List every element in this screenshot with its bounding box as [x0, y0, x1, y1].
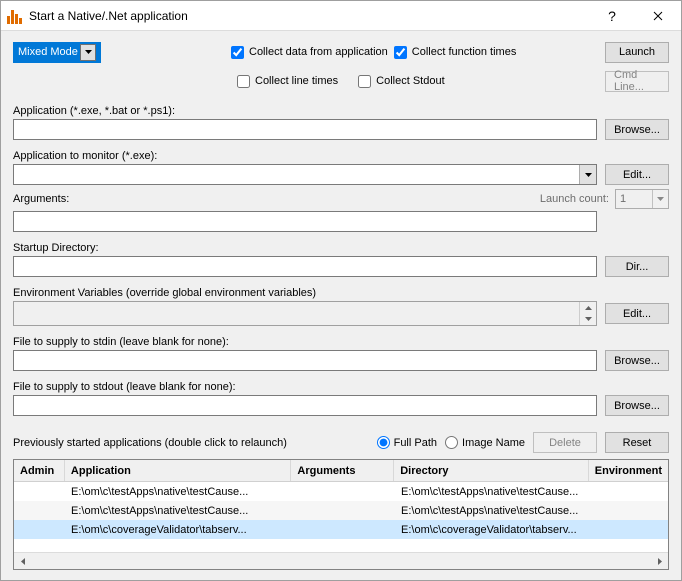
- window-title: Start a Native/.Net application: [29, 9, 589, 23]
- launch-button[interactable]: Launch: [605, 42, 669, 63]
- application-label: Application (*.exe, *.bat or *.ps1):: [13, 105, 669, 117]
- col-arguments[interactable]: Arguments: [291, 460, 394, 481]
- cmdline-button[interactable]: Cmd Line...: [605, 71, 669, 92]
- cell-dir: E:\om\c\coverageValidator\tabserv...: [395, 524, 590, 536]
- arguments-label: Arguments:: [13, 193, 69, 205]
- env-vars-area[interactable]: [13, 301, 597, 326]
- stdin-label: File to supply to stdin (leave blank for…: [13, 336, 669, 348]
- chevron-down-icon: [80, 44, 96, 61]
- launch-count-spinner[interactable]: 1: [615, 189, 669, 209]
- scroll-right-icon[interactable]: [651, 553, 668, 570]
- startup-dir-label: Startup Directory:: [13, 242, 669, 254]
- previously-label: Previously started applications (double …: [13, 437, 287, 449]
- mode-dropdown[interactable]: Mixed Mode: [13, 42, 101, 63]
- stdout-label: File to supply to stdout (leave blank fo…: [13, 381, 669, 393]
- stdin-browse-button[interactable]: Browse...: [605, 350, 669, 371]
- stdout-browse-button[interactable]: Browse...: [605, 395, 669, 416]
- close-button[interactable]: [635, 1, 681, 30]
- scroll-down-icon[interactable]: [579, 314, 596, 326]
- titlebar: Start a Native/.Net application ?: [1, 1, 681, 31]
- app-icon: [7, 8, 23, 24]
- history-table: Admin Application Arguments Directory En…: [13, 459, 669, 570]
- stdout-input[interactable]: [13, 395, 597, 416]
- arguments-input[interactable]: [13, 211, 597, 232]
- scroll-up-icon[interactable]: [579, 302, 596, 314]
- image-name-radio[interactable]: Image Name: [445, 436, 525, 449]
- chevron-down-icon: [652, 190, 668, 208]
- mode-selected: Mixed Mode: [18, 46, 78, 58]
- dir-button[interactable]: Dir...: [605, 256, 669, 277]
- col-environment[interactable]: Environment: [589, 460, 668, 481]
- cell-dir: E:\om\c\testApps\native\testCause...: [395, 486, 590, 498]
- table-row[interactable]: E:\om\c\testApps\native\testCause... E:\o…: [14, 482, 668, 501]
- reset-button[interactable]: Reset: [605, 432, 669, 453]
- dialog-content: Mixed Mode Collect data from application…: [1, 31, 681, 580]
- cell-dir: E:\om\c\testApps\native\testCause...: [395, 505, 590, 517]
- table-header: Admin Application Arguments Directory En…: [14, 460, 668, 482]
- app-monitor-combo[interactable]: [13, 164, 597, 185]
- app-monitor-label: Application to monitor (*.exe):: [13, 150, 669, 162]
- chevron-down-icon: [579, 165, 596, 184]
- col-admin[interactable]: Admin: [14, 460, 65, 481]
- col-directory[interactable]: Directory: [394, 460, 589, 481]
- env-vars-label: Environment Variables (override global e…: [13, 287, 669, 299]
- env-edit-button[interactable]: Edit...: [605, 303, 669, 324]
- app-monitor-edit-button[interactable]: Edit...: [605, 164, 669, 185]
- collect-data-checkbox[interactable]: Collect data from application: [231, 46, 388, 59]
- col-application[interactable]: Application: [65, 460, 292, 481]
- cell-app: E:\om\c\coverageValidator\tabserv...: [65, 524, 292, 536]
- table-row[interactable]: E:\om\c\coverageValidator\tabserv... E:\o…: [14, 520, 668, 539]
- cell-app: E:\om\c\testApps\native\testCause...: [65, 486, 292, 498]
- launch-count-label: Launch count:: [540, 193, 609, 205]
- collect-func-checkbox[interactable]: Collect function times: [394, 46, 517, 59]
- collect-stdout-checkbox[interactable]: Collect Stdout: [358, 75, 444, 88]
- startup-dir-input[interactable]: [13, 256, 597, 277]
- delete-button[interactable]: Delete: [533, 432, 597, 453]
- stdin-input[interactable]: [13, 350, 597, 371]
- collect-line-checkbox[interactable]: Collect line times: [237, 75, 338, 88]
- h-scrollbar[interactable]: [14, 552, 668, 569]
- application-input[interactable]: [13, 119, 597, 140]
- application-browse-button[interactable]: Browse...: [605, 119, 669, 140]
- cell-app: E:\om\c\testApps\native\testCause...: [65, 505, 292, 517]
- scroll-left-icon[interactable]: [14, 553, 31, 570]
- full-path-radio[interactable]: Full Path: [377, 436, 437, 449]
- table-row[interactable]: E:\om\c\testApps\native\testCause... E:\o…: [14, 501, 668, 520]
- help-button[interactable]: ?: [589, 1, 635, 30]
- dialog-window: Start a Native/.Net application ? Mixed …: [0, 0, 682, 581]
